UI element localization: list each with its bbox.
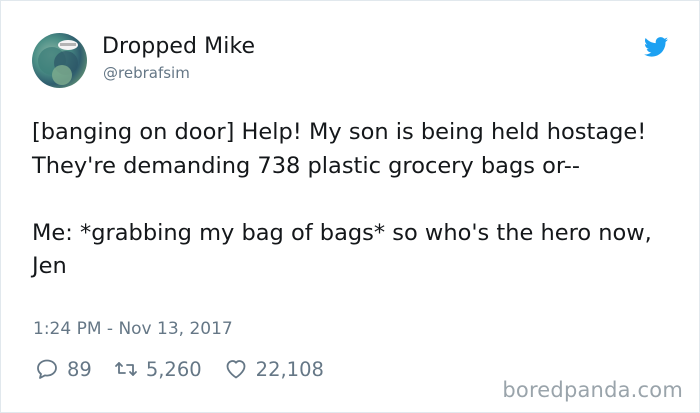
- tweet-actions: 89 5,260 22,108: [35, 357, 346, 381]
- user-handle[interactable]: @rebrafsim: [103, 64, 190, 82]
- avatar-image: [38, 40, 78, 85]
- heart-icon: [226, 360, 246, 379]
- display-name[interactable]: Dropped Mike: [102, 34, 255, 59]
- retweet-count: 5,260: [145, 357, 202, 381]
- tweet-timestamp[interactable]: 1:24 PM - Nov 13, 2017: [33, 319, 233, 339]
- tweet-card: Dropped Mike @rebrafsim [banging on door…: [0, 0, 700, 413]
- avatar[interactable]: [32, 33, 87, 88]
- watermark: boredpanda.com: [502, 378, 683, 402]
- like-count: 22,108: [255, 357, 324, 381]
- reply-icon: [37, 359, 57, 379]
- twitter-bird-icon[interactable]: [644, 36, 668, 58]
- like-button[interactable]: 22,108: [224, 357, 324, 381]
- retweet-button[interactable]: 5,260: [114, 357, 202, 381]
- reply-button[interactable]: 89: [35, 357, 92, 381]
- tweet-text: [banging on door] Help! My son is being …: [32, 119, 652, 279]
- retweet-icon: [114, 362, 137, 376]
- reply-count: 89: [67, 357, 92, 381]
